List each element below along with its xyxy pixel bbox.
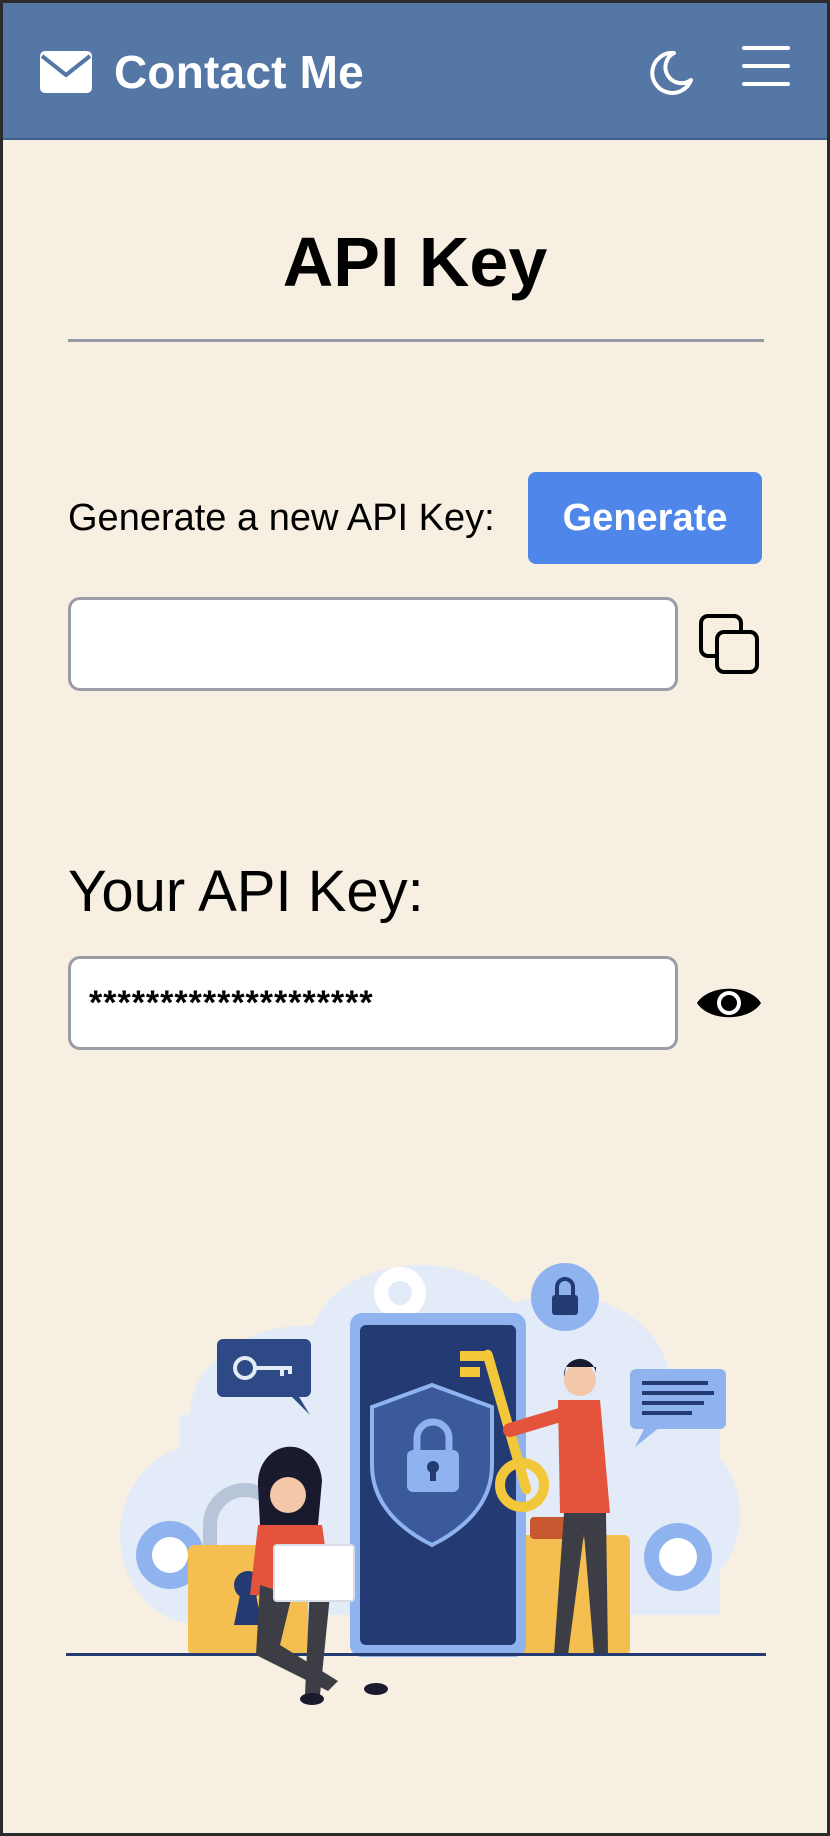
new-api-key-field[interactable] [68, 597, 678, 691]
security-key-illustration [66, 1263, 766, 1705]
generate-label: Generate a new API Key: [68, 497, 495, 539]
page-title: API Key [282, 223, 548, 301]
top-navbar: Contact Me [0, 0, 830, 140]
brand-title: Contact Me [114, 46, 364, 98]
eye-icon[interactable] [695, 978, 763, 1028]
copy-icon[interactable] [697, 612, 763, 678]
your-api-key-label: Your API Key: [68, 859, 424, 924]
mail-icon [40, 51, 92, 93]
brand-link[interactable]: Contact Me [40, 44, 364, 100]
moon-icon[interactable] [648, 50, 694, 96]
api-key-field[interactable] [68, 956, 678, 1050]
hamburger-menu-icon[interactable] [742, 44, 790, 88]
generate-button[interactable]: Generate [528, 472, 762, 564]
title-divider [68, 339, 764, 342]
